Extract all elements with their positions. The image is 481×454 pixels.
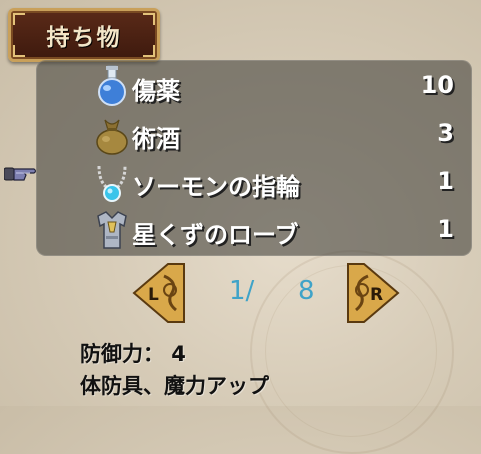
item-effect-text: 体防具、魔力アップ bbox=[80, 374, 269, 398]
potion-icon bbox=[98, 65, 126, 106]
item-list-panel: 傷薬 10 術酒 3 ソーモンの指輪 1 星くずのローブ 1 bbox=[36, 60, 472, 256]
plate-corner bbox=[13, 13, 25, 25]
necklace-icon bbox=[97, 165, 127, 202]
chevron-right-icon: R bbox=[347, 263, 400, 323]
item-quantity: 1 bbox=[437, 167, 454, 195]
item-stat-text: 防御力： 4 bbox=[80, 342, 186, 366]
page-right-label: R bbox=[370, 285, 383, 305]
item-name: 傷薬 bbox=[132, 77, 180, 105]
next-page-button[interactable]: R bbox=[346, 262, 400, 324]
item-row-potion[interactable]: 傷薬 10 bbox=[36, 62, 472, 110]
item-quantity: 1 bbox=[437, 215, 454, 243]
item-quantity: 3 bbox=[437, 119, 454, 147]
pointing-hand-cursor-icon bbox=[4, 167, 37, 181]
page-title: 持ち物 bbox=[46, 25, 122, 51]
item-name: ソーモンの指輪 bbox=[132, 173, 300, 201]
title-plate: 持ち物 bbox=[8, 8, 160, 62]
sack-icon bbox=[96, 119, 128, 155]
previous-page-button[interactable]: L bbox=[132, 262, 186, 324]
armor-icon bbox=[97, 211, 127, 249]
chevron-left-icon: L bbox=[132, 263, 185, 323]
plate-corner bbox=[13, 45, 25, 57]
page-left-label: L bbox=[148, 285, 159, 305]
plate-corner bbox=[143, 13, 155, 25]
item-name: 星くずのローブ bbox=[132, 221, 299, 249]
item-name: 術酒 bbox=[132, 125, 180, 153]
current-page: 1/ bbox=[229, 276, 255, 306]
item-row-necklace[interactable]: ソーモンの指輪 1 bbox=[36, 158, 472, 206]
total-pages: 8 bbox=[298, 276, 315, 306]
item-row-sack[interactable]: 術酒 3 bbox=[36, 110, 472, 158]
item-row-robe-selected[interactable]: 星くずのローブ 1 bbox=[36, 206, 472, 254]
plate-corner bbox=[143, 45, 155, 57]
item-quantity: 10 bbox=[420, 71, 454, 99]
